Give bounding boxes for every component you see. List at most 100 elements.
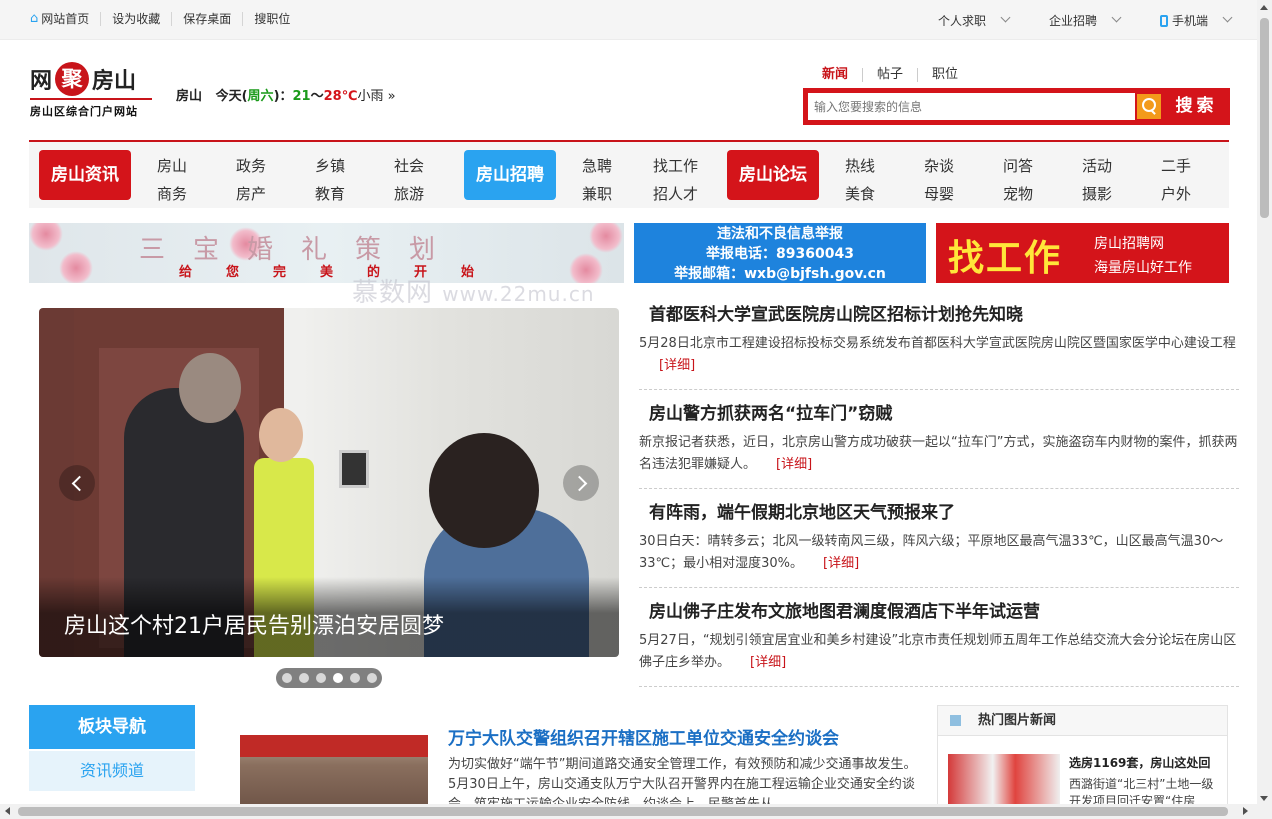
news-more-link[interactable]: [详细]	[750, 655, 786, 670]
report-banner[interactable]: 违法和不良信息举报 举报电话：89360043 举报邮箱：wxb@bjfsh.g…	[634, 223, 926, 283]
hot-news-title[interactable]: 选房1169套，房山这处回	[1069, 754, 1210, 771]
slide-image-part	[179, 353, 241, 423]
nav-link[interactable]: 政务	[236, 152, 266, 180]
board-nav-item[interactable]: 资讯频道	[29, 751, 195, 791]
main-nav: 房山资讯 房山 商务 政务 房产 乡镇 教育 社会 旅游 房山招聘 急聘 兼职 找工作 招人…	[29, 140, 1229, 208]
search-bar: 搜索	[803, 88, 1230, 125]
nav-link[interactable]: 社会	[394, 152, 424, 180]
favorite-link[interactable]: 设为收藏	[100, 12, 171, 26]
nav-col: 热线 美食	[845, 152, 875, 208]
nav-block-jobs[interactable]: 房山招聘	[464, 150, 556, 200]
nav-link[interactable]: 活动	[1082, 152, 1112, 180]
nav-link[interactable]: 美食	[845, 180, 875, 208]
slide-caption[interactable]: 房山这个村21户居民告别漂泊安居圆梦	[64, 608, 444, 640]
home-icon: ⌂	[30, 11, 39, 26]
board-nav-title: 板块导航	[29, 705, 195, 749]
nav-link[interactable]: 房山	[157, 152, 187, 180]
scroll-thumb[interactable]	[1260, 18, 1269, 218]
slider-dot[interactable]	[366, 673, 377, 683]
scroll-down-icon[interactable]	[1260, 796, 1268, 801]
scroll-right-icon[interactable]	[1243, 807, 1248, 815]
slider-dot[interactable]	[349, 673, 360, 683]
nav-link[interactable]: 旅游	[394, 180, 424, 208]
search-job-link[interactable]: 搜职位	[242, 12, 301, 26]
news-more-link[interactable]: [详细]	[659, 358, 695, 373]
news-title[interactable]: 有阵雨，端午假期北京地区天气预报来了	[649, 498, 1239, 528]
article-title[interactable]: 万宁大队交警组织召开辖区施工单位交通安全约谈会	[448, 724, 918, 749]
company-dropdown[interactable]: 企业招聘	[1049, 12, 1122, 29]
nav-block-news[interactable]: 房山资讯	[39, 150, 131, 200]
nav-link[interactable]: 二手	[1161, 152, 1191, 180]
nav-link[interactable]: 杂谈	[924, 152, 954, 180]
hot-news-image[interactable]	[948, 754, 1060, 804]
search-button[interactable]: 搜索	[1166, 91, 1227, 122]
home-link[interactable]: ⌂ 网站首页	[30, 11, 100, 27]
chevron-down-icon	[1000, 12, 1011, 23]
article-thumbnail[interactable]	[240, 735, 428, 810]
news-summary: 5月28日北京市工程建设招标投标交易系统发布首都医科大学宣武医院房山院区暨国家医…	[639, 336, 1236, 351]
slider-dot[interactable]	[281, 673, 292, 683]
nav-link[interactable]: 兼职	[582, 180, 612, 208]
nav-link[interactable]: 热线	[845, 152, 875, 180]
slide-image-part	[429, 433, 539, 548]
news-more-link[interactable]: [详细]	[823, 556, 859, 571]
news-slider[interactable]: 房山这个村21户居民告别漂泊安居圆梦	[39, 308, 619, 657]
site-logo[interactable]: 网 聚 房山 房山区综合门户网站	[30, 60, 152, 122]
news-title[interactable]: 房山警方抓获两名“拉车门”窃贼	[649, 399, 1239, 429]
news-summary: 5月27日，“规划引领宜居宜业和美乡村建设”北京市责任规划师五周年工作总结交流大…	[639, 633, 1237, 670]
search-input[interactable]	[808, 93, 1135, 120]
job-banner[interactable]: 找工作 房山招聘网 海量房山好工作	[936, 223, 1229, 283]
news-title[interactable]: 房山佛子庄发布文旅地图君澜度假酒店下半年试运营	[649, 597, 1239, 627]
search-icon[interactable]	[1137, 94, 1161, 119]
nav-link[interactable]: 问答	[1003, 152, 1033, 180]
personal-dropdown[interactable]: 个人求职	[938, 12, 1011, 29]
news-title[interactable]: 首都医科大学宣武医院房山院区招标计划抢先知晓	[649, 300, 1239, 330]
article-preview: 万宁大队交警组织召开辖区施工单位交通安全约谈会 为切实做好“端午节”期间道路交通…	[448, 724, 918, 815]
nav-link[interactable]: 招人才	[653, 180, 698, 208]
vertical-scrollbar[interactable]	[1257, 0, 1272, 819]
horizontal-scrollbar[interactable]	[0, 804, 1257, 819]
news-summary: 新京报记者获悉，近日，北京房山警方成功破获一起以“拉车门”方式，实施盗窃车内财物…	[639, 435, 1238, 472]
news-item: 有阵雨，端午假期北京地区天气预报来了 30日白天：晴转多云；北风一级转南风三级，…	[639, 498, 1239, 588]
watermark: 慕数网 www.22mu.cn	[352, 278, 595, 308]
save-desktop-link[interactable]: 保存桌面	[171, 12, 242, 26]
news-summary: 30日白天：晴转多云；北风一级转南风三级，阵风六级；平原地区最高气温33℃，山区…	[639, 534, 1224, 571]
hot-picture-news: 热门图片新闻 选房1169套，房山这处回 西潞街道“北三村”土地一级开发项目回迁…	[937, 705, 1228, 808]
nav-link[interactable]: 教育	[315, 180, 345, 208]
search-tab-posts[interactable]: 帖子	[862, 68, 917, 82]
nav-link[interactable]: 急聘	[582, 152, 612, 180]
rose-decoration	[29, 223, 63, 251]
slider-next-button[interactable]	[563, 465, 599, 501]
scroll-left-icon[interactable]	[5, 807, 10, 815]
scroll-thumb[interactable]	[18, 807, 1228, 816]
nav-col: 社会 旅游	[394, 152, 424, 208]
nav-link[interactable]: 户外	[1161, 180, 1191, 208]
nav-col: 政务 房产	[236, 152, 266, 208]
nav-col: 急聘 兼职	[582, 152, 612, 208]
mobile-dropdown[interactable]: 手机端	[1159, 12, 1233, 29]
news-more-link[interactable]: [详细]	[776, 457, 812, 472]
nav-link[interactable]: 乡镇	[315, 152, 345, 180]
nav-link[interactable]: 商务	[157, 180, 187, 208]
nav-link[interactable]: 母婴	[924, 180, 954, 208]
nav-link[interactable]: 宠物	[1003, 180, 1033, 208]
news-item: 首都医科大学宣武医院房山院区招标计划抢先知晓 5月28日北京市工程建设招标投标交…	[639, 300, 1239, 390]
rose-decoration	[59, 251, 93, 283]
logo-subtitle: 房山区综合门户网站	[30, 98, 152, 119]
slider-dot[interactable]	[332, 673, 343, 683]
slider-prev-button[interactable]	[59, 465, 95, 501]
slider-dots	[276, 668, 382, 688]
nav-link[interactable]: 摄影	[1082, 180, 1112, 208]
slider-dot[interactable]	[315, 673, 326, 683]
nav-col: 二手 户外	[1161, 152, 1191, 208]
search-tab-jobs[interactable]: 职位	[917, 68, 972, 82]
nav-link[interactable]: 找工作	[653, 152, 698, 180]
top-bar: ⌂ 网站首页 设为收藏 保存桌面 搜职位 个人求职 企业招聘 手机端	[0, 0, 1257, 40]
nav-block-forum[interactable]: 房山论坛	[727, 150, 819, 200]
nav-link[interactable]: 房产	[236, 180, 266, 208]
logo-seal: 聚	[55, 62, 90, 96]
search-tab-news[interactable]: 新闻	[822, 68, 862, 82]
slider-dot[interactable]	[298, 673, 309, 683]
scroll-up-icon[interactable]	[1260, 5, 1268, 10]
weather-widget[interactable]: 房山 今天(周六)：21～28℃小雨 »	[176, 85, 396, 104]
